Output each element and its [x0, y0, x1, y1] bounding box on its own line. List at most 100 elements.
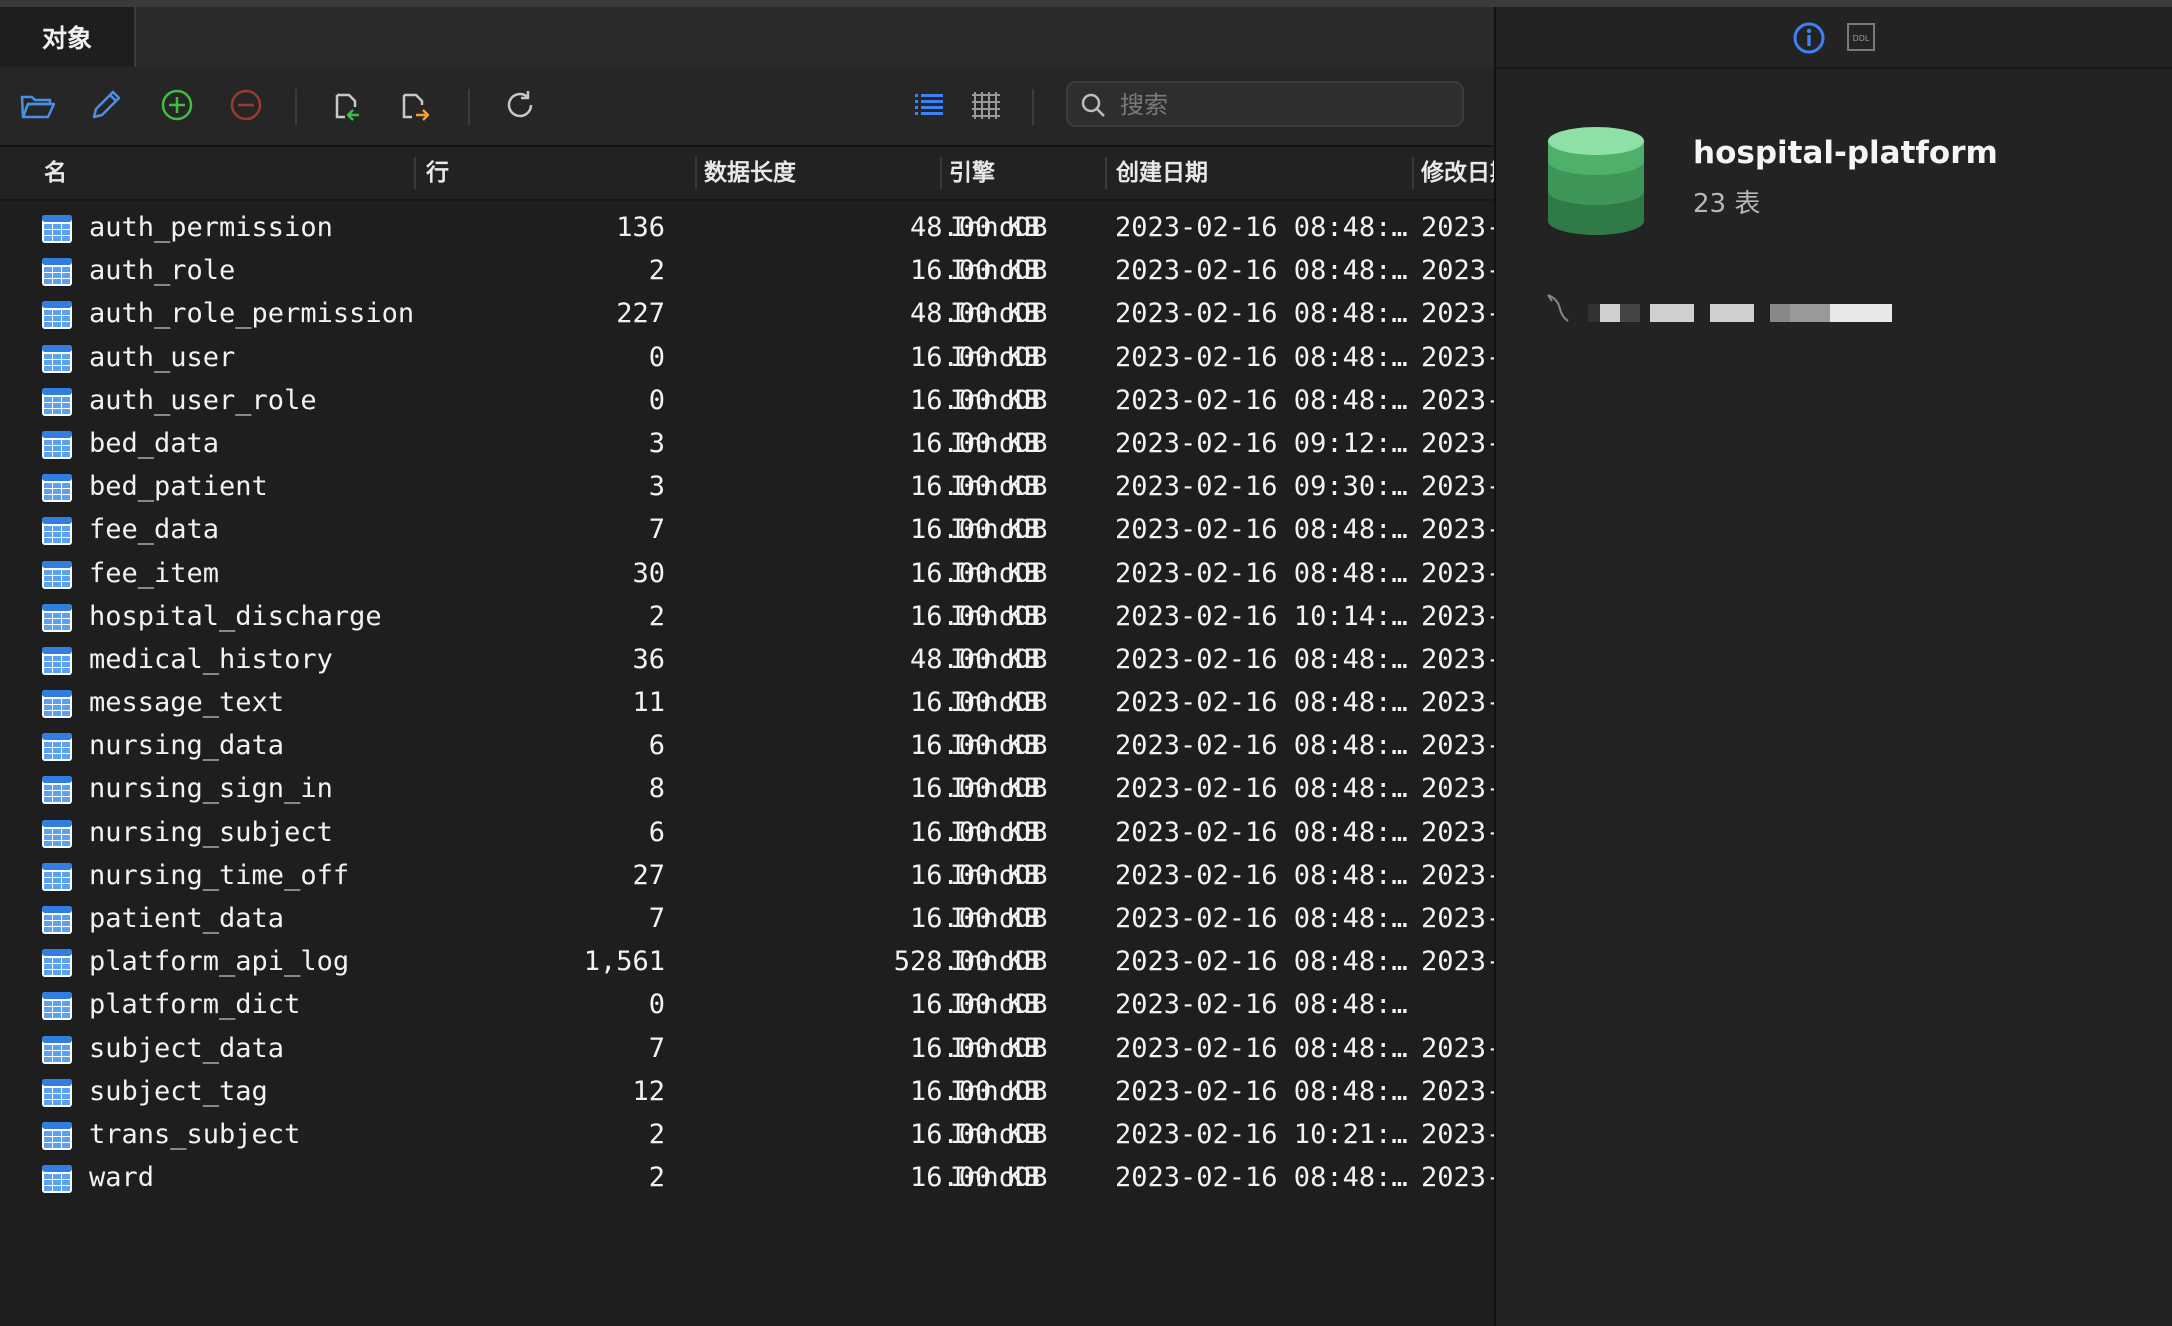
modified-date: 2023- — [1421, 249, 1494, 292]
table-name: bed_patient — [89, 465, 268, 508]
table-row[interactable]: subject_tag1216.00 KBInnoDB2023-02-16 08… — [0, 1070, 1494, 1113]
engine: InnoDB — [950, 595, 1048, 638]
column-resizer[interactable] — [414, 157, 416, 189]
open-folder-icon[interactable] — [18, 85, 58, 125]
table-name: platform_api_log — [89, 940, 349, 983]
table-name: trans_subject — [89, 1113, 300, 1156]
column-header-rows[interactable]: 行 — [426, 147, 449, 199]
engine: InnoDB — [950, 508, 1048, 551]
table-row[interactable]: trans_subject216.00 KBInnoDB2023-02-16 1… — [0, 1113, 1494, 1156]
created-date: 2023-02-16 08:48:… — [1115, 940, 1408, 983]
table-name: auth_user — [89, 336, 235, 379]
column-resizer[interactable] — [940, 157, 942, 189]
engine: InnoDB — [950, 292, 1048, 335]
engine: InnoDB — [950, 249, 1048, 292]
table-icon — [41, 300, 73, 330]
created-date: 2023-02-16 08:48:… — [1115, 638, 1408, 681]
table-row[interactable]: bed_patient316.00 KBInnoDB2023-02-16 09:… — [0, 465, 1494, 508]
table-row[interactable]: nursing_subject616.00 KBInnoDB2023-02-16… — [0, 811, 1494, 854]
info-panel: DDL hospital-platform 23 表 — [1496, 7, 2172, 1326]
created-date: 2023-02-16 08:48:… — [1115, 983, 1408, 1026]
row-count: 7 — [540, 897, 665, 940]
row-count: 227 — [540, 292, 665, 335]
search-input[interactable] — [1118, 83, 1452, 127]
table-icon — [41, 560, 73, 590]
import-icon[interactable] — [327, 85, 367, 125]
created-date: 2023-02-16 08:48:… — [1115, 724, 1408, 767]
row-count: 3 — [540, 422, 665, 465]
table-row[interactable]: message_text1116.00 KBInnoDB2023-02-16 0… — [0, 681, 1494, 724]
column-header-name[interactable]: 名 — [44, 147, 67, 199]
row-count: 136 — [540, 206, 665, 249]
row-count: 2 — [540, 249, 665, 292]
table-row[interactable]: bed_data316.00 KBInnoDB2023-02-16 09:12:… — [0, 422, 1494, 465]
table-row[interactable]: nursing_data616.00 KBInnoDB2023-02-16 08… — [0, 724, 1494, 767]
table-list: auth_permission13648.00 KBInnoDB2023-02-… — [0, 206, 1494, 1199]
table-row[interactable]: auth_role_permission22748.00 KBInnoDB202… — [0, 292, 1494, 335]
engine: InnoDB — [950, 724, 1048, 767]
table-row[interactable]: auth_user_role016.00 KBInnoDB2023-02-16 … — [0, 379, 1494, 422]
ddl-icon[interactable]: DDL — [1846, 22, 1876, 52]
modified-date: 2023- — [1421, 465, 1494, 508]
row-count: 8 — [540, 767, 665, 810]
column-header-data-length[interactable]: 数据长度 — [704, 147, 796, 199]
server-info-row — [1544, 287, 1994, 327]
window-top-strip — [0, 0, 2172, 7]
table-name: nursing_data — [89, 724, 284, 767]
table-row[interactable]: subject_data716.00 KBInnoDB2023-02-16 08… — [0, 1027, 1494, 1070]
column-header-engine[interactable]: 引擎 — [949, 147, 995, 199]
edit-pencil-icon[interactable] — [86, 85, 126, 125]
table-row[interactable]: auth_role216.00 KBInnoDB2023-02-16 08:48… — [0, 249, 1494, 292]
refresh-icon[interactable] — [500, 85, 540, 125]
row-count: 2 — [540, 1156, 665, 1199]
column-resizer[interactable] — [695, 157, 697, 189]
column-header-modified[interactable]: 修改日期 — [1421, 147, 1494, 199]
table-row[interactable]: ward216.00 KBInnoDB2023-02-16 08:48:…202… — [0, 1156, 1494, 1199]
info-icon[interactable] — [1792, 21, 1826, 55]
table-icon — [41, 775, 73, 805]
export-icon[interactable] — [396, 85, 436, 125]
modified-date: 2023- — [1421, 336, 1494, 379]
column-resizer[interactable] — [1412, 157, 1414, 189]
table-row[interactable]: patient_data716.00 KBInnoDB2023-02-16 08… — [0, 897, 1494, 940]
column-resizer[interactable] — [1105, 157, 1107, 189]
add-circle-icon[interactable] — [157, 85, 197, 125]
engine: InnoDB — [950, 897, 1048, 940]
tab-objects[interactable]: 对象 — [0, 7, 136, 67]
table-row[interactable]: medical_history3648.00 KBInnoDB2023-02-1… — [0, 638, 1494, 681]
engine: InnoDB — [950, 465, 1048, 508]
column-header-created[interactable]: 创建日期 — [1116, 147, 1208, 199]
table-row[interactable]: nursing_sign_in816.00 KBInnoDB2023-02-16… — [0, 767, 1494, 810]
table-icon — [41, 991, 73, 1021]
row-count: 2 — [540, 595, 665, 638]
remove-circle-icon[interactable] — [226, 85, 266, 125]
modified-date: 2023- — [1421, 854, 1494, 897]
table-name: nursing_time_off — [89, 854, 349, 897]
database-icon — [1546, 125, 1646, 237]
database-name: hospital-platform — [1693, 135, 1998, 171]
table-row[interactable]: platform_dict016.00 KBInnoDB2023-02-16 0… — [0, 983, 1494, 1026]
table-icon — [41, 1121, 73, 1151]
table-icon — [41, 646, 73, 676]
created-date: 2023-02-16 08:48:… — [1115, 552, 1408, 595]
list-view-icon[interactable] — [909, 85, 949, 125]
table-row[interactable]: auth_user016.00 KBInnoDB2023-02-16 08:48… — [0, 336, 1494, 379]
table-name: auth_role — [89, 249, 235, 292]
table-name: subject_data — [89, 1027, 284, 1070]
engine: InnoDB — [950, 552, 1048, 595]
created-date: 2023-02-16 08:48:… — [1115, 1027, 1408, 1070]
table-row[interactable]: fee_data716.00 KBInnoDB2023-02-16 08:48:… — [0, 508, 1494, 551]
engine: InnoDB — [950, 1027, 1048, 1070]
table-header: 名 行 数据长度 引擎 创建日期 修改日期 — [0, 147, 1494, 201]
table-icon — [41, 732, 73, 762]
table-row[interactable]: nursing_time_off2716.00 KBInnoDB2023-02-… — [0, 854, 1494, 897]
table-row[interactable]: auth_permission13648.00 KBInnoDB2023-02-… — [0, 206, 1494, 249]
row-count: 30 — [540, 552, 665, 595]
grid-view-icon[interactable] — [966, 85, 1006, 125]
table-name: auth_role_permission — [89, 292, 414, 335]
table-row[interactable]: platform_api_log1,561528.00 KBInnoDB2023… — [0, 940, 1494, 983]
table-row[interactable]: fee_item3016.00 KBInnoDB2023-02-16 08:48… — [0, 552, 1494, 595]
modified-date: 2023- — [1421, 1070, 1494, 1113]
table-row[interactable]: hospital_discharge216.00 KBInnoDB2023-02… — [0, 595, 1494, 638]
table-name: subject_tag — [89, 1070, 268, 1113]
